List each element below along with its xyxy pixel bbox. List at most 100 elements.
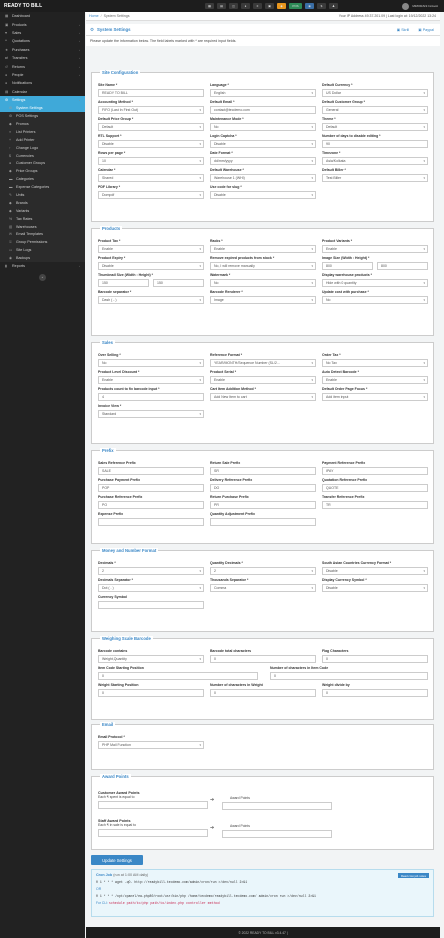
text-input[interactable]: PR	[210, 501, 316, 509]
select-field[interactable]: Dompdf ▾	[98, 191, 204, 199]
text-input[interactable]: 0	[210, 689, 316, 697]
sidebar-item-dashboard[interactable]: ▦ Dashboard	[0, 12, 85, 20]
sidebar-toggle[interactable]: «	[0, 273, 85, 281]
text-input[interactable]: SR	[210, 467, 316, 475]
text-input[interactable]: 90	[322, 140, 428, 148]
select-field[interactable]: No ▾	[98, 359, 204, 367]
select-field[interactable]: Disable ▾	[98, 140, 204, 148]
sidebar-item-quotations[interactable]: ❝ Quotations ›	[0, 37, 85, 45]
text-input[interactable]: 0	[322, 655, 428, 663]
sidebar-item-customer-groups[interactable]: ● Customer Groups	[0, 160, 85, 168]
lang-icon[interactable]: ◉	[305, 3, 314, 9]
sidebar-item-reports[interactable]: ▮ Reports ›	[0, 262, 85, 270]
text-input[interactable]: QUOTE	[322, 484, 428, 492]
size-input-0[interactable]: 150	[98, 279, 149, 287]
select-field[interactable]: Enable ▾	[98, 376, 204, 384]
select-field[interactable]: Enable ▾	[98, 245, 204, 253]
sidebar-item-units[interactable]: ✎ Units	[0, 191, 85, 199]
select-field[interactable]: Default ▾	[98, 123, 204, 131]
money-icon[interactable]: $	[317, 3, 326, 9]
select-field[interactable]: Disable ▾	[98, 262, 204, 270]
text-input[interactable]: POP	[98, 484, 204, 492]
select-field[interactable]: Enable ▾	[322, 245, 428, 253]
text-input[interactable]: SALE	[98, 467, 204, 475]
select-field[interactable]: Warehouse 1 (WHI) ▾	[210, 174, 316, 182]
select-field[interactable]: YEAR/MONTH/Sequence Number (SL/2... ▾	[210, 359, 316, 367]
sidebar-item-people[interactable]: ● People ›	[0, 71, 85, 79]
select-field[interactable]: 2 ▾	[210, 567, 316, 575]
sidebar-item-brands[interactable]: ◆ Brands	[0, 199, 85, 207]
text-input[interactable]	[210, 518, 316, 526]
list-icon[interactable]: ≡	[253, 3, 262, 9]
customer-award-input[interactable]	[222, 802, 332, 810]
select-field[interactable]: Add New Item to cart ▾	[210, 393, 316, 401]
sidebar-item-group-permissions[interactable]: ⚿ Group Permissions	[0, 238, 85, 246]
gift-icon[interactable]: ◆	[277, 3, 286, 9]
sidebar-item-price-groups[interactable]: ◆ Price Groups	[0, 167, 85, 175]
sidebar-item-variants[interactable]: ◆ Variants	[0, 207, 85, 215]
sidebar-item-list-printers[interactable]: ≡ List Printers	[0, 128, 85, 136]
cart-icon[interactable]: ◫	[229, 3, 238, 9]
sidebar-item-email-templates[interactable]: ✉ Email Templates	[0, 231, 85, 239]
text-input[interactable]: 4	[98, 393, 204, 401]
select-field[interactable]: Weight,Quantity ▾	[98, 655, 204, 663]
sidebar-item-tax-rates[interactable]: % Tax Rates	[0, 215, 85, 223]
sidebar-item-promos[interactable]: ◆ Promos	[0, 120, 85, 128]
dashboard-icon[interactable]: ▦	[205, 3, 214, 9]
sidebar-item-backups[interactable]: ◉ Backups	[0, 254, 85, 262]
select-field[interactable]: Enable ▾	[210, 376, 316, 384]
select-field[interactable]: PHP Mail Function ▾	[98, 741, 204, 749]
sidebar-item-warehouses[interactable]: ▥ Warehouses	[0, 223, 85, 231]
sidebar-item-sales[interactable]: ♥ Sales ›	[0, 29, 85, 37]
calendar-icon[interactable]: ▣	[265, 3, 274, 9]
sidebar-item-transfers[interactable]: ⇄ Transfers ›	[0, 54, 85, 62]
pos-button[interactable]: POS	[289, 3, 302, 9]
sidebar-item-products[interactable]: ▣ Products ›	[0, 20, 85, 28]
select-field[interactable]: Enable ▾	[210, 245, 316, 253]
grid-icon[interactable]: ▤	[217, 3, 226, 9]
user-menu[interactable]: MiMORANi Innloott	[402, 2, 444, 10]
select-field[interactable]: Disable ▾	[210, 191, 316, 199]
sidebar-item-expense-categories[interactable]: ▬ Expense Categories	[0, 183, 85, 191]
select-field[interactable]: US Dollar ▾	[322, 89, 428, 97]
select-field[interactable]: No ▾	[210, 123, 316, 131]
select-field[interactable]: Hide with 0 quantity ▾	[322, 279, 428, 287]
select-field[interactable]: No Tax ▾	[322, 359, 428, 367]
select-field[interactable]: English ▾	[210, 89, 316, 97]
text-input[interactable]: 0	[210, 655, 316, 663]
staff-sale-input[interactable]	[98, 829, 208, 837]
text-input[interactable]: 0	[98, 672, 258, 680]
breadcrumb-home[interactable]: Home	[89, 14, 99, 18]
text-input[interactable]: 0	[98, 689, 204, 697]
sidebar-item-currencies[interactable]: $ Currencies	[0, 152, 85, 160]
text-input[interactable]: PO	[98, 501, 204, 509]
select-field[interactable]: Enable ▾	[322, 376, 428, 384]
select-field[interactable]: Disable ▾	[210, 140, 316, 148]
select-field[interactable]: Dot ( . ) ▾	[98, 584, 204, 592]
sidebar-item-settings[interactable]: ⚙ Settings ›	[0, 95, 85, 105]
select-field[interactable]: Image ▾	[210, 296, 316, 304]
select-field[interactable]: 2 ▾	[98, 567, 204, 575]
sidebar-item-add-printer[interactable]: + Add Printer	[0, 136, 85, 144]
sidebar-item-pos-settings[interactable]: ⚙ POS Settings	[0, 112, 85, 120]
select-field[interactable]: 10 ▾	[98, 157, 204, 165]
text-input[interactable]	[98, 601, 204, 609]
select-field[interactable]: No ▾	[322, 296, 428, 304]
text-input[interactable]: 0	[322, 689, 428, 697]
update-settings-button[interactable]: Update Settings	[91, 855, 143, 865]
cron-notes-button[interactable]: Read cron job notes	[397, 873, 429, 878]
select-field[interactable]: Shared ▾	[98, 174, 204, 182]
sidebar-item-notifications[interactable]: ● Notifications	[0, 79, 85, 87]
text-input[interactable]: READY TO BILL	[98, 89, 204, 97]
text-input[interactable]	[98, 518, 204, 526]
bell-icon[interactable]: ●	[241, 3, 250, 9]
staff-award-input[interactable]	[222, 830, 332, 838]
sidebar-item-returns[interactable]: ↺ Returns ›	[0, 62, 85, 70]
sidebar-item-calendar[interactable]: ▤ Calendar	[0, 88, 85, 96]
select-field[interactable]: Disable ▾	[322, 584, 428, 592]
paypal-link[interactable]: ▣ Paypal	[418, 28, 434, 32]
select-field[interactable]: Asia/Kolkata ▾	[322, 157, 428, 165]
size-input-1[interactable]: 150	[153, 279, 204, 287]
select-field[interactable]: No ▾	[210, 279, 316, 287]
user-icon[interactable]: ♟	[329, 3, 338, 9]
